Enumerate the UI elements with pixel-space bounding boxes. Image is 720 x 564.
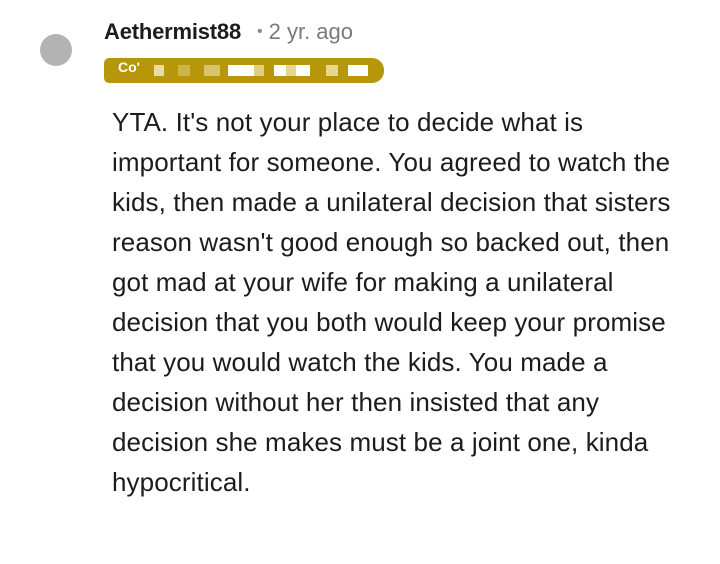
- censor-block: [274, 65, 286, 76]
- avatar[interactable]: [40, 34, 72, 66]
- censor-block: [228, 65, 254, 76]
- censor-block: [154, 65, 164, 76]
- censor-block: [296, 65, 310, 76]
- flair-text: Co': [118, 59, 140, 75]
- censor-block: [254, 65, 264, 76]
- censor-block: [326, 65, 338, 76]
- censor-block: [286, 65, 296, 76]
- censor-block: [348, 65, 368, 76]
- timestamp[interactable]: 2 yr. ago: [269, 19, 353, 45]
- username[interactable]: Aethermist88: [104, 19, 241, 45]
- separator-dot: •: [257, 23, 263, 40]
- comment-body: YTA. It's not your place to decide what …: [112, 107, 671, 497]
- comment-meta: Aethermist88 • 2 yr. ago: [104, 17, 353, 47]
- comment: Aethermist88 • 2 yr. ago Co' YTA. It's n…: [0, 0, 720, 564]
- user-flair: Co': [104, 58, 384, 83]
- censor-block: [204, 65, 220, 76]
- censor-block: [178, 65, 190, 76]
